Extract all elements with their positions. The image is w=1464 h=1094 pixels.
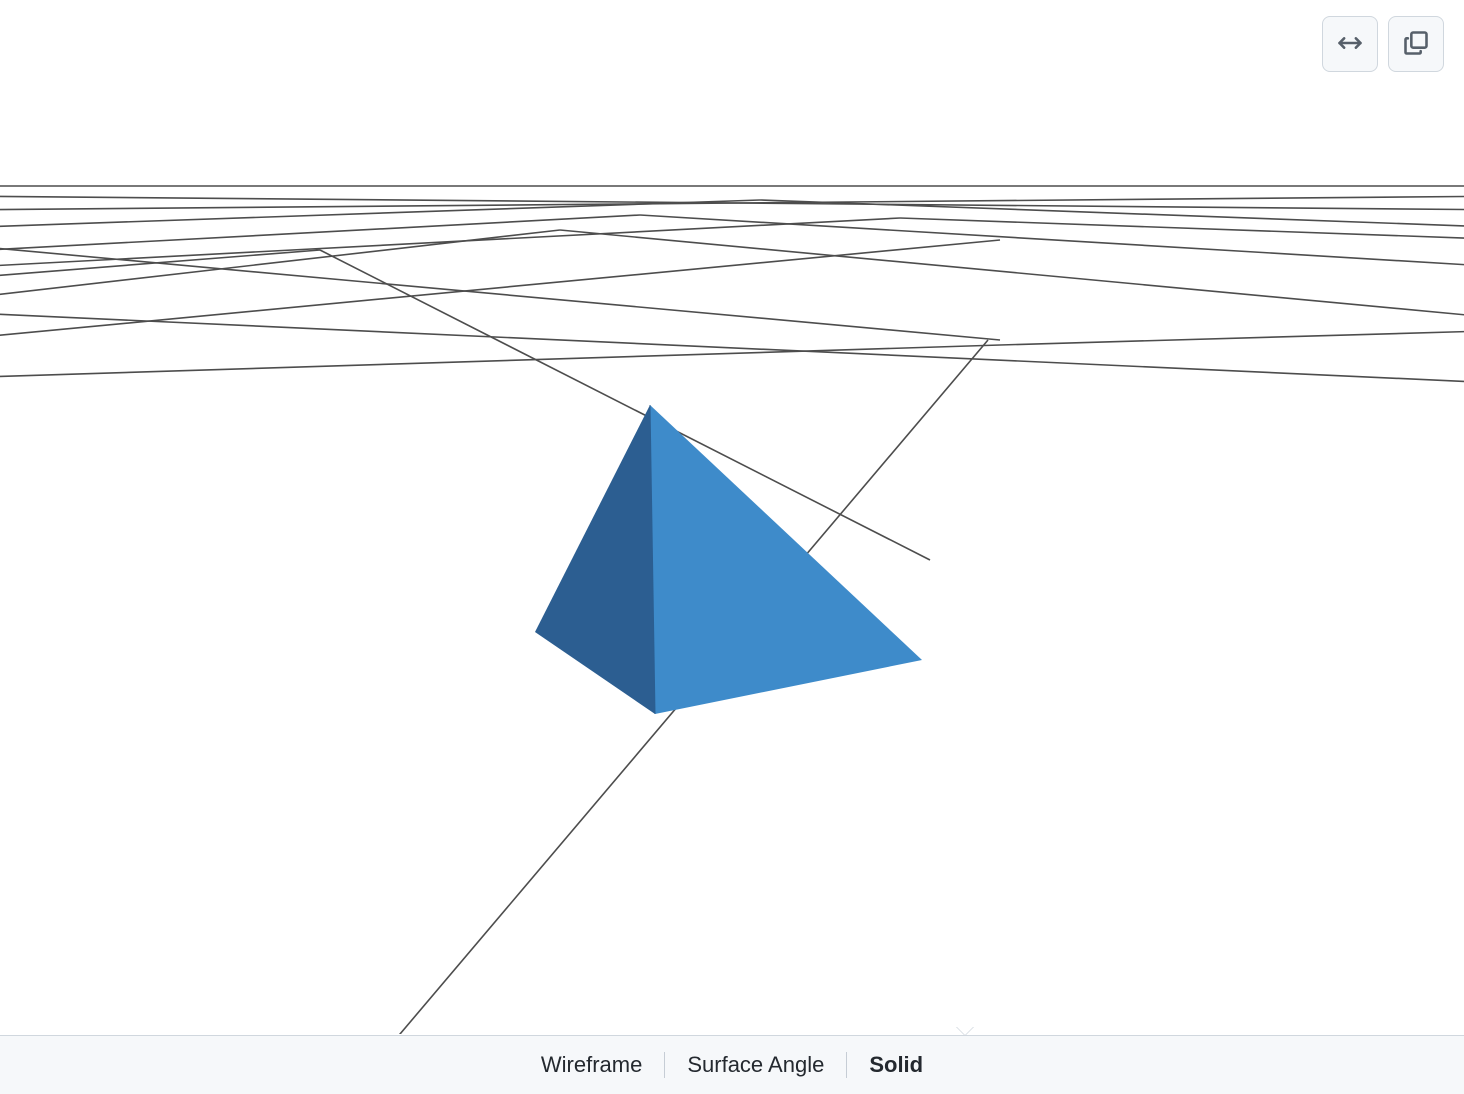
3d-viewport[interactable] [0,0,1464,1034]
render-mode-solid[interactable]: Solid [847,1046,945,1085]
active-mode-indicator-icon [956,1027,974,1036]
tetrahedron-model [535,405,922,714]
scene-svg [0,0,1464,1034]
render-mode-surface-angle[interactable]: Surface Angle [665,1046,846,1085]
popout-button[interactable] [1388,16,1444,72]
render-mode-group: Wireframe Surface Angle Solid [519,1046,945,1085]
popout-icon [1402,29,1430,60]
viewport-toolbar [1322,16,1444,72]
render-mode-bar: Wireframe Surface Angle Solid [0,1035,1464,1094]
render-mode-wireframe[interactable]: Wireframe [519,1046,664,1085]
expand-horizontal-icon [1336,29,1364,60]
expand-button[interactable] [1322,16,1378,72]
